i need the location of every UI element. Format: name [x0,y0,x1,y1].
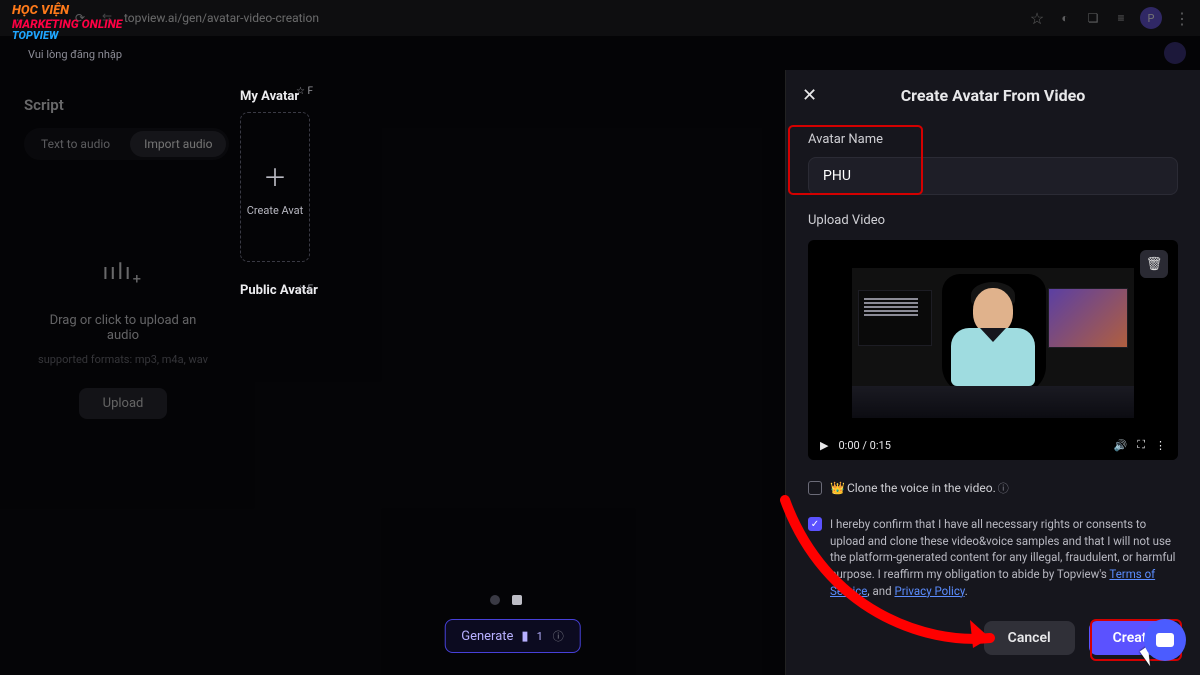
watermark-subtext: Vui lòng đăng nhập [28,48,122,61]
public-avatar-title: Public Avatar [240,284,330,298]
avatar-area: ☆ F My Avatar ＋ Create Avat ☆ F Public A… [240,70,785,675]
app-header [0,36,1200,70]
address-bar[interactable]: topview.ai/gen/avatar-video-creation [124,11,444,25]
info-icon: ⓘ [553,628,564,644]
video-menu-icon[interactable]: ⋮ [1155,439,1166,452]
dot-icon [490,595,500,605]
volume-icon[interactable]: 🔊 [1114,439,1128,452]
consent-row[interactable]: ✓ I hereby confirm that I have all neces… [808,516,1178,599]
upload-button[interactable]: Upload [79,388,168,419]
pager-dots [490,595,522,605]
favorite-icon[interactable]: ☆ F [296,284,313,295]
consent-checkbox[interactable]: ✓ [808,517,822,531]
support-chat-button[interactable] [1144,619,1186,661]
video-preview[interactable]: 🗑 ▶ 0:00 / 0:15 🔊 ⛶ [808,240,1178,460]
profile-avatar[interactable]: P [1140,7,1162,29]
avatar-name-label: Avatar Name [808,132,1178,147]
consent-text: I hereby confirm that I have all necessa… [830,516,1178,599]
my-avatar-title: My Avatar [240,90,330,104]
panel-title: Create Avatar From Video [824,86,1162,105]
generate-button[interactable]: Generate ▮ 1 ⓘ [444,619,581,653]
waveform-icon: ıılı₊ [36,260,210,285]
dot-icon [512,595,522,605]
privacy-link[interactable]: Privacy Policy [894,584,964,598]
cancel-button[interactable]: Cancel [984,621,1075,655]
script-tabs: Text to audio Import audio [24,128,229,160]
clone-voice-label: Clone the voice in the video. [847,481,996,495]
create-avatar-tile[interactable]: ＋ Create Avat [240,112,310,262]
credit-count: 1 [537,630,543,643]
favorite-icon[interactable]: ☆ F [296,86,313,97]
play-icon[interactable]: ▶ [820,439,828,452]
upload-video-label: Upload Video [808,213,1178,228]
audio-upload-card[interactable]: ıılı₊ Drag or click to upload an audio s… [24,200,222,449]
reading-list-icon[interactable]: ≡ [1112,11,1130,25]
clone-voice-checkbox[interactable] [808,481,822,495]
upload-formats: supported formats: mp3, m4a, wav [36,353,210,366]
fullscreen-icon[interactable]: ⛶ [1137,438,1145,452]
browser-menu-icon[interactable]: ⋮ [1172,9,1190,28]
extensions-puzzle-icon[interactable]: ❏ [1084,11,1102,25]
watermark-logo: HỌC VIỆN MARKETING ONLINE TOPVIEW [12,4,122,42]
browser-bar: ← → ⟳ ⇆ topview.ai/gen/avatar-video-crea… [0,0,1200,36]
info-icon[interactable]: ⓘ [998,482,1009,495]
clone-voice-row[interactable]: 👑Clone the voice in the video.ⓘ [808,480,1178,496]
user-avatar[interactable] [1164,42,1186,64]
tab-text-to-audio[interactable]: Text to audio [27,131,124,157]
video-time: 0:00 / 0:15 [838,439,890,452]
script-sidebar: Script Text to audio Import audio ıılı₊ … [0,70,240,675]
avatar-name-input[interactable] [808,157,1178,195]
bookmark-star-icon[interactable]: ☆ [1028,9,1046,28]
create-avatar-panel: ✕ Create Avatar From Video Avatar Name U… [785,70,1200,675]
script-title: Script [24,96,222,114]
delete-video-button[interactable]: 🗑 [1140,250,1168,278]
video-thumbnail [852,268,1134,418]
extension-icon[interactable]: ◐ [1056,11,1074,25]
close-icon[interactable]: ✕ [802,85,824,106]
plus-icon: ＋ [263,158,287,193]
video-controls: ▶ 0:00 / 0:15 🔊 ⛶ ⋮ [808,430,1178,460]
crown-icon: 👑 [830,481,845,495]
credit-icon: ▮ [521,629,528,644]
upload-hint: Drag or click to upload an audio [36,313,210,343]
create-avatar-label: Create Avat [247,205,304,217]
tab-import-audio[interactable]: Import audio [130,131,226,157]
